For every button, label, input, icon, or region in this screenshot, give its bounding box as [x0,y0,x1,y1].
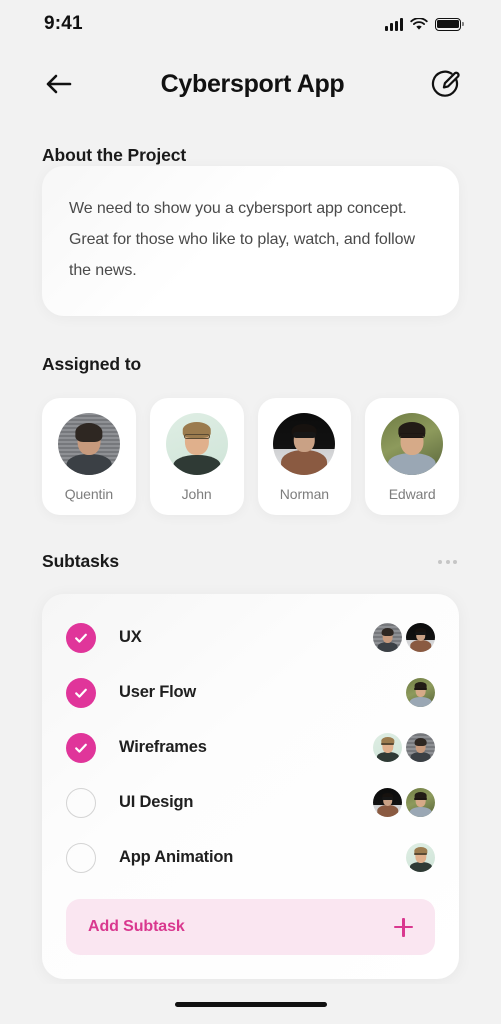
subtask-label: UI Design [119,793,194,811]
content-area: About the Project We need to show you a … [0,120,501,984]
subtask-label: App Animation [119,848,234,866]
edit-button[interactable] [425,63,467,105]
avatar-john [406,843,435,872]
subtask-row[interactable]: App Animation [66,830,435,885]
subtask-assignees [406,678,435,707]
back-button[interactable] [38,63,80,105]
subtask-assignees [373,788,435,817]
subtask-row[interactable]: User Flow [66,665,435,720]
subtask-label: User Flow [119,683,197,701]
subtask-checkbox-unchecked[interactable] [66,842,96,873]
person-name: Edward [388,486,436,502]
person-card-norman[interactable]: Norman [257,398,352,515]
check-icon [75,633,87,643]
subtask-assignees [406,843,435,872]
subtask-label: Wireframes [119,738,207,756]
subtask-assignees [373,733,435,762]
subtasks-header: Subtasks [42,551,459,572]
avatar-edward [406,678,435,707]
person-name: Quentin [64,486,114,502]
check-icon [75,688,87,698]
avatar-edward [381,413,444,475]
nav-bar: Cybersport App [0,48,501,120]
edit-pencil-icon [431,70,460,97]
check-icon [75,743,87,753]
status-time: 9:41 [44,13,83,34]
subtask-row[interactable]: UI Design [66,775,435,830]
about-section-title: About the Project [42,145,187,165]
plus-icon [394,917,413,937]
subtask-label: UX [119,628,142,646]
signal-bars-icon [385,17,403,31]
avatar-norman [406,623,435,652]
avatar-quentin [373,623,402,652]
assigned-people-list: Quentin John Norman Edward [42,398,459,515]
status-icons [385,17,464,31]
subtask-checkbox-checked[interactable] [66,622,96,653]
wifi-icon [410,17,428,30]
back-arrow-icon [46,74,72,94]
person-card-john[interactable]: John [149,398,244,515]
person-name: John [181,486,212,502]
avatar-quentin [57,413,120,475]
avatar-john [165,413,228,475]
subtasks-section-title: Subtasks [42,551,120,571]
page-title: Cybersport App [160,69,345,98]
avatar-edward [406,788,435,817]
add-subtask-label: Add Subtask [88,918,185,935]
add-subtask-button[interactable]: Add Subtask [66,899,435,955]
person-card-edward[interactable]: Edward [365,398,459,515]
subtask-checkbox-checked[interactable] [66,677,96,708]
about-description: We need to show you a cybersport app con… [69,200,415,279]
subtasks-section: Subtasks UX User Flow Wireframes UI Design A… [42,551,459,979]
avatar-norman [273,413,336,475]
battery-full-icon [435,17,464,31]
about-section: About the Project We need to show you a … [42,145,459,316]
subtask-checkbox-unchecked[interactable] [66,787,96,818]
home-indicator-area [0,984,501,1024]
about-card: We need to show you a cybersport app con… [42,166,459,316]
subtasks-card: UX User Flow Wireframes UI Design App Animat… [42,594,459,979]
assigned-section-title: Assigned to [42,354,142,374]
home-indicator-bar[interactable] [174,1001,327,1007]
avatar-john [373,733,402,762]
subtask-assignees [373,623,435,652]
person-name: Norman [279,486,329,502]
subtask-checkbox-checked[interactable] [66,732,96,763]
more-options-icon[interactable] [436,554,459,570]
avatar-quentin [406,733,435,762]
assigned-section: Assigned to Quentin John Norman Edward [42,354,459,515]
subtask-list: UX User Flow Wireframes UI Design App Animat… [66,610,435,885]
person-card-quentin[interactable]: Quentin [42,398,136,515]
status-bar: 9:41 [0,0,501,48]
phone-screen: 9:41 Cybersport App About the Project We… [0,0,501,1024]
avatar-norman [373,788,402,817]
subtask-row[interactable]: Wireframes [66,720,435,775]
subtask-row[interactable]: UX [66,610,435,665]
